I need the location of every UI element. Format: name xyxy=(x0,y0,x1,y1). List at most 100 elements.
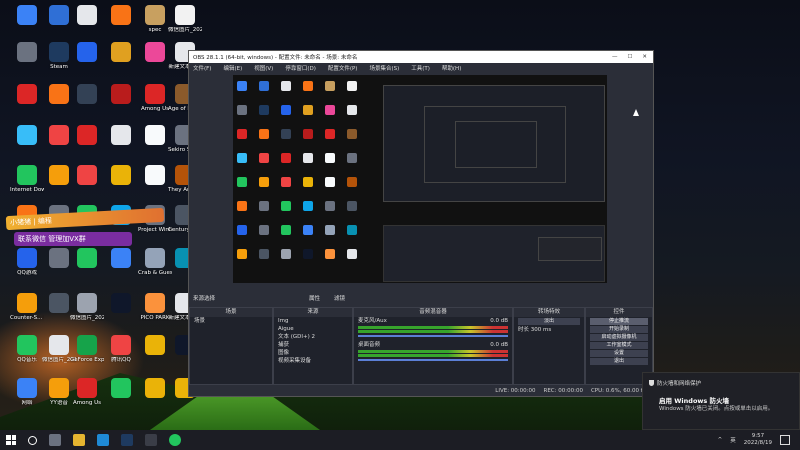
firewall-notification[interactable]: 防火墙和网络保护 启用 Windows 防火墙 Windows 防火墙已关闭。点… xyxy=(642,372,800,430)
desktop-icon[interactable] xyxy=(104,125,138,165)
control-button[interactable]: 工作室模式 xyxy=(590,342,648,349)
desktop-icon[interactable] xyxy=(10,125,44,165)
desktop-icon[interactable]: 腾讯QQ xyxy=(104,335,138,375)
desktop-icon[interactable]: Among Us xyxy=(138,84,172,124)
desktop-icon[interactable] xyxy=(70,165,104,205)
clock-time: 9:57 xyxy=(751,433,765,439)
menu-item[interactable]: 工具(T) xyxy=(411,64,430,72)
clock[interactable]: 9:57 2022/8/19 xyxy=(744,433,772,447)
desktop-icon[interactable] xyxy=(70,84,104,124)
desktop-icon[interactable]: Among Us xyxy=(70,378,104,418)
control-button[interactable]: 停止推流 xyxy=(590,318,648,325)
minimize-icon[interactable]: — xyxy=(612,54,618,60)
preview-icon xyxy=(259,225,269,235)
control-button[interactable]: 开始录制 xyxy=(590,326,648,333)
control-button[interactable]: 退出 xyxy=(590,358,648,365)
source-item[interactable]: 视频采集设备 xyxy=(274,357,352,365)
desktop-icon[interactable] xyxy=(104,5,138,45)
menu-item[interactable]: 配置文件(P) xyxy=(328,64,358,72)
menu-item[interactable]: 编辑(E) xyxy=(223,64,242,72)
desktop-icon[interactable] xyxy=(138,335,172,375)
desktop-icon[interactable]: QQ音乐 xyxy=(10,335,44,375)
desktop-icon[interactable] xyxy=(138,165,172,205)
menu-item[interactable]: 视图(V) xyxy=(254,64,273,72)
obs-taskbar-icon[interactable] xyxy=(145,434,157,446)
desktop-icon[interactable] xyxy=(70,5,104,45)
desktop-icon[interactable]: spec xyxy=(138,5,172,45)
edge-icon[interactable] xyxy=(97,434,109,446)
control-button[interactable]: 设置 xyxy=(590,350,648,357)
desktop-icon[interactable]: 微信图片_2022033... xyxy=(168,5,202,45)
volume-slider[interactable] xyxy=(358,359,508,361)
desktop-icon[interactable]: 微信图片_2020101... xyxy=(70,293,104,333)
close-icon[interactable]: ✕ xyxy=(642,54,647,60)
desktop-icon[interactable]: PICO PARK xyxy=(138,293,172,333)
notification-center-icon[interactable] xyxy=(780,435,790,445)
desktop-icon-label: 微信图片_2022033... xyxy=(168,27,202,33)
preview-icon xyxy=(281,225,291,235)
menu-item[interactable]: 帮助(H) xyxy=(442,64,461,72)
desktop-icon[interactable] xyxy=(104,165,138,205)
source-item[interactable]: Img xyxy=(274,317,352,325)
menu-item[interactable]: 场景集合(S) xyxy=(369,64,399,72)
desktop-icon[interactable]: Counter-S... Global Off... xyxy=(10,293,44,333)
app-icon xyxy=(17,378,37,398)
volume-meter xyxy=(358,350,508,353)
obs-title-bar[interactable]: OBS 28.1.1 (64-bit, windows) - 配置文件: 未命名… xyxy=(189,51,653,63)
audio-mixer-dock[interactable]: 音频混音器 麦克风/Aux 0.0 dB 桌面音频 0.0 dB xyxy=(353,307,513,385)
desktop-icon[interactable]: Internet Downlo... xyxy=(10,165,44,205)
desktop-icon[interactable] xyxy=(104,248,138,288)
sources-dock[interactable]: 来源 Img Aigue 文本 (GDI+) 2 捕获 图像 视频采集设备 xyxy=(273,307,353,385)
desktop-icon[interactable] xyxy=(70,42,104,82)
obs-window[interactable]: OBS 28.1.1 (64-bit, windows) - 配置文件: 未命名… xyxy=(188,50,654,397)
preview-icon xyxy=(325,225,335,235)
desktop-icon[interactable] xyxy=(138,42,172,82)
scenes-dock[interactable]: 场景 场景 xyxy=(189,307,273,385)
app-icon xyxy=(49,42,69,62)
desktop-icon-label: 网络 xyxy=(21,400,33,406)
desktop-icon[interactable]: QQ游戏 xyxy=(10,248,44,288)
source-item[interactable]: 文本 (GDI+) 2 xyxy=(274,333,352,341)
desktop-icon[interactable]: GeForce Experience xyxy=(70,335,104,375)
desktop-icon[interactable]: Crab & Guess xyxy=(138,248,172,288)
app-icon xyxy=(111,5,131,25)
source-item[interactable]: 图像 xyxy=(274,349,352,357)
task-view-icon[interactable] xyxy=(49,434,61,446)
source-item[interactable]: 捕获 xyxy=(274,341,352,349)
desktop-icon[interactable] xyxy=(104,42,138,82)
desktop-icon[interactable] xyxy=(10,42,44,82)
desktop-icon[interactable] xyxy=(10,5,44,45)
maximize-icon[interactable]: ☐ xyxy=(627,54,632,60)
source-select-label: 来源选择 xyxy=(193,296,216,302)
tray-expand-icon[interactable]: ^ xyxy=(718,437,723,443)
desktop-icon[interactable]: 网络 xyxy=(10,378,44,418)
desktop-icon[interactable] xyxy=(138,378,172,418)
transitions-dock[interactable]: 转场特效 淡出 时长 300 ms xyxy=(513,307,585,385)
menu-item[interactable]: 文件(F) xyxy=(193,64,211,72)
desktop-icon[interactable] xyxy=(138,125,172,165)
desktop-icon[interactable] xyxy=(10,84,44,124)
app-icon[interactable] xyxy=(169,434,181,446)
filters-button[interactable]: 滤镜 xyxy=(334,294,345,302)
obs-preview[interactable] xyxy=(233,75,607,283)
input-method[interactable]: 英 xyxy=(730,436,736,444)
rec-time: REC: 00:00:00 xyxy=(543,388,583,394)
menu-item[interactable]: 停靠窗口(D) xyxy=(285,64,316,72)
volume-slider[interactable] xyxy=(358,335,508,337)
transition-type-select[interactable]: 淡出 xyxy=(518,318,580,325)
properties-button[interactable]: 属性 xyxy=(309,294,320,302)
search-icon[interactable] xyxy=(28,435,37,445)
steam-icon[interactable] xyxy=(121,434,133,446)
desktop-icon[interactable] xyxy=(104,293,138,333)
desktop-icon[interactable] xyxy=(104,84,138,124)
desktop-icon[interactable] xyxy=(70,248,104,288)
app-icon xyxy=(77,84,97,104)
desktop-icon[interactable] xyxy=(104,378,138,418)
desktop-icon[interactable] xyxy=(70,125,104,165)
start-button[interactable] xyxy=(6,435,16,445)
duration-input[interactable]: 300 ms xyxy=(531,327,551,333)
scene-item[interactable]: 场景 xyxy=(190,317,272,325)
file-explorer-icon[interactable] xyxy=(73,434,85,446)
control-button[interactable]: 启动虚拟摄像机 xyxy=(590,334,648,341)
source-item[interactable]: Aigue xyxy=(274,325,352,333)
